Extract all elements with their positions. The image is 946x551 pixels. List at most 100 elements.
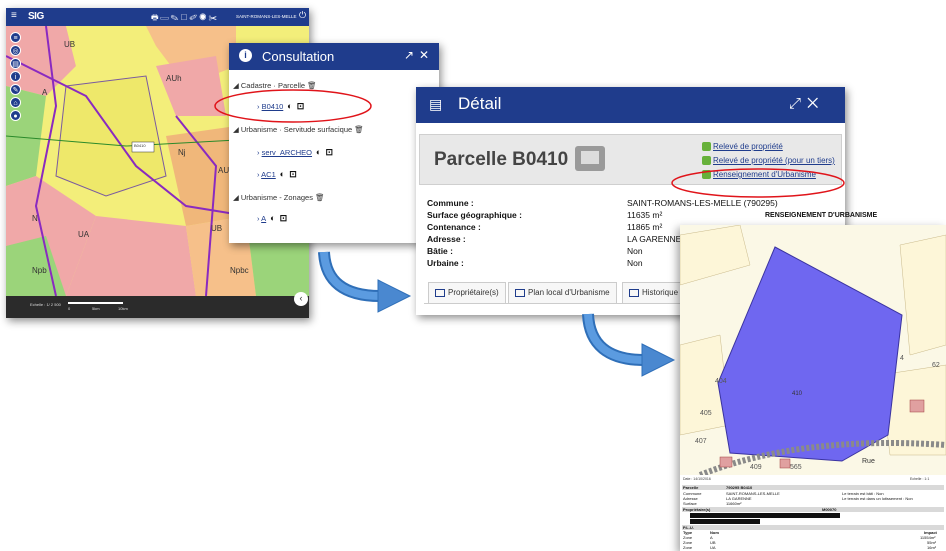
tree-category-label: Urbanisme - Zonages bbox=[240, 193, 313, 202]
toolbar-icons[interactable]: 🖶▭✎▢✐◉✂ bbox=[151, 12, 219, 26]
zoom-to-icon[interactable]: ⊡ bbox=[289, 169, 297, 179]
property-key: Surface géographique : bbox=[427, 210, 522, 220]
link-label: Relevé de propriété (pour un tiers) bbox=[713, 156, 835, 165]
tree-item-link[interactable]: serv_ARCHEO bbox=[262, 148, 312, 157]
pdf-icon bbox=[702, 156, 711, 166]
link-label: Relevé de propriété bbox=[713, 142, 783, 151]
tree-item-link[interactable]: AC1 bbox=[261, 170, 276, 179]
print-icon[interactable]: ▤ bbox=[10, 58, 21, 69]
property-value: 11635 m² bbox=[627, 210, 663, 220]
doc-map-label: 405 bbox=[700, 410, 712, 417]
document-icon: ▤ bbox=[429, 96, 443, 112]
tab-label: Propriétaire(s) bbox=[448, 288, 499, 297]
highlight-circle-urbanisme bbox=[671, 168, 845, 198]
parcelle-title: Parcelle B0410 bbox=[434, 149, 569, 170]
tree-category[interactable]: ◢ Urbanisme · Servitude surfacique 🗑 bbox=[233, 125, 364, 134]
calendar-icon bbox=[629, 288, 639, 297]
home-icon[interactable]: ⌂ bbox=[10, 97, 21, 108]
map-left-toolbar: ≡ ◎ ▤ i ✎ ⌂ ● bbox=[10, 32, 22, 123]
redaction-bar bbox=[690, 513, 840, 518]
doc-table-header: P.L.U. bbox=[682, 525, 944, 530]
contrast-icon[interactable]: ◐ bbox=[280, 169, 285, 179]
flow-arrow-1 bbox=[318, 251, 412, 313]
doc-cell: Surface bbox=[683, 501, 697, 506]
property-key: Urbaine : bbox=[427, 258, 464, 268]
zone-label: UA bbox=[78, 230, 90, 239]
zone-label: Npbc bbox=[230, 266, 249, 275]
detail-header: ▤ Détail ⤢✕ bbox=[416, 87, 845, 123]
doc-table-header: Parcelle 790295 B0410 bbox=[682, 485, 944, 490]
tree-item-ac1[interactable]: › AC1 ◐ ⊡ bbox=[257, 169, 297, 180]
doc-map-label: 407 bbox=[695, 438, 707, 445]
id-card-icon bbox=[435, 288, 445, 297]
wrench-icon[interactable]: ✎ bbox=[10, 84, 21, 95]
parcel-tag[interactable]: B0410 bbox=[134, 143, 146, 148]
doc-table-header: Propriétaire(s) M00070 bbox=[682, 507, 944, 512]
property-key: Contenance : bbox=[427, 222, 481, 232]
tab-plan-local-urbanisme[interactable]: Plan local d'Urbanisme bbox=[508, 282, 617, 304]
consultation-actions[interactable]: ↗✕ bbox=[404, 48, 434, 62]
detail-title: Détail bbox=[458, 94, 502, 113]
pin-icon[interactable]: ● bbox=[10, 110, 21, 121]
map-topbar: ≡ SIG 🖶▭✎▢✐◉✂ SAINT-ROMANS-LES-MELLE ⏻ bbox=[6, 8, 309, 26]
link-releve-propriete-tiers[interactable]: Relevé de propriété (pour un tiers) bbox=[702, 156, 835, 166]
scale-tick: 5km bbox=[92, 306, 100, 311]
property-value: Non bbox=[627, 258, 643, 268]
tree-category[interactable]: ◢ Urbanisme - Zonages 🗑 bbox=[233, 193, 325, 202]
zone-label: A bbox=[42, 88, 48, 97]
zone-label: Npb bbox=[32, 266, 47, 275]
printer-icon[interactable] bbox=[575, 146, 605, 171]
doc-map-label: 565 bbox=[790, 464, 802, 471]
zone-label: AU bbox=[218, 166, 230, 175]
urbanisme-document: 404 405 407 409 565 410 4 62 Rue Date : … bbox=[680, 225, 946, 551]
tab-historique[interactable]: Historique bbox=[622, 282, 686, 304]
scale-label: Echelle : 1/ 2 500 bbox=[30, 302, 61, 307]
zone-label: AUh bbox=[166, 74, 182, 83]
tab-proprietaires[interactable]: Propriétaire(s) bbox=[428, 282, 506, 304]
redaction-bar bbox=[690, 519, 760, 524]
urbanisme-doc-title: RENSEIGNEMENT D'URBANISME bbox=[765, 212, 878, 219]
locate-icon[interactable]: ◎ bbox=[10, 45, 21, 56]
tab-label: Plan local d'Urbanisme bbox=[528, 288, 610, 297]
zoom-to-icon[interactable]: ⊡ bbox=[280, 213, 288, 223]
tree-item-serv-archeo[interactable]: › serv_ARCHEO ◐ ⊡ bbox=[257, 147, 333, 158]
property-key: Commune : bbox=[427, 198, 474, 208]
doc-cell: UA bbox=[710, 545, 716, 550]
scale-line bbox=[68, 302, 123, 304]
book-icon bbox=[515, 288, 525, 297]
zoom-to-icon[interactable]: ⊡ bbox=[325, 147, 333, 157]
doc-map-label: Rue bbox=[862, 458, 875, 465]
tab-label: Historique bbox=[642, 288, 679, 297]
flow-arrow-2 bbox=[582, 313, 676, 377]
tree-item-a[interactable]: › A ◐ ⊡ bbox=[257, 213, 287, 224]
scale-bar: Echelle : 1/ 2 500 0 5km 10km bbox=[6, 296, 309, 318]
pdf-icon bbox=[702, 142, 711, 152]
contrast-icon[interactable]: ◐ bbox=[270, 213, 275, 223]
doc-map-label: 410 bbox=[792, 391, 803, 397]
highlight-circle-b0410 bbox=[214, 89, 372, 123]
power-icon[interactable]: ⏻ bbox=[299, 10, 306, 21]
doc-date: Date : 14/10/2016 bbox=[683, 477, 711, 481]
commune-selector[interactable]: SAINT-ROMANS-LES-MELLE bbox=[236, 14, 297, 19]
trash-icon[interactable]: 🗑 bbox=[315, 193, 325, 202]
tree-item-link[interactable]: A bbox=[261, 214, 266, 223]
property-key: Bâtie : bbox=[427, 246, 453, 256]
link-releve-propriete[interactable]: Relevé de propriété bbox=[702, 142, 783, 152]
detail-actions[interactable]: ⤢✕ bbox=[789, 95, 824, 112]
info-icon[interactable]: i bbox=[10, 71, 21, 82]
zone-label: Nj bbox=[178, 148, 186, 157]
menu-icon[interactable]: ≡ bbox=[11, 10, 17, 21]
chevron-left-icon[interactable]: ‹ bbox=[294, 292, 308, 306]
contrast-icon[interactable]: ◐ bbox=[316, 147, 321, 157]
doc-cell: 790295 B0410 bbox=[726, 485, 753, 490]
doc-map-label: 409 bbox=[750, 464, 762, 471]
zone-label: UB bbox=[64, 40, 76, 49]
composite-screenshot: ≡ SIG 🖶▭✎▢✐◉✂ SAINT-ROMANS-LES-MELLE ⏻ U… bbox=[0, 0, 946, 551]
doc-scale: Echelle : 1:1 bbox=[910, 477, 930, 481]
trash-icon[interactable]: 🗑 bbox=[354, 125, 364, 134]
layers-icon[interactable]: ≡ bbox=[10, 32, 21, 43]
doc-cell: Zone bbox=[683, 545, 693, 550]
property-value: 11865 m² bbox=[627, 222, 663, 232]
property-key: Adresse : bbox=[427, 234, 466, 244]
doc-cell: 16m² bbox=[927, 545, 937, 550]
